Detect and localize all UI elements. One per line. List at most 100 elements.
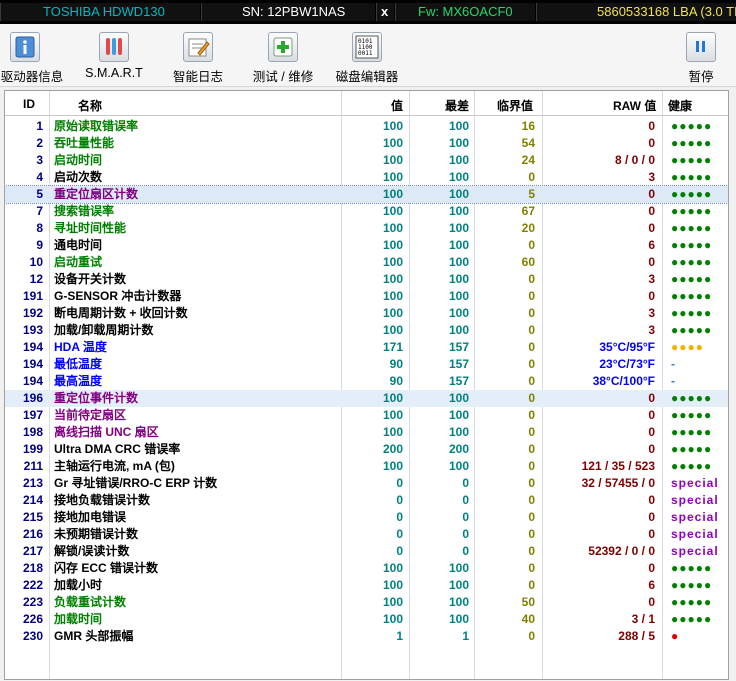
attr-name: 启动次数 bbox=[54, 170, 103, 184]
pause-button[interactable]: 暂停 bbox=[678, 24, 724, 86]
smart-log-button[interactable]: 智能日志 bbox=[166, 24, 230, 86]
attr-name: 加载小时 bbox=[54, 578, 103, 592]
attr-value: 0 bbox=[396, 510, 403, 524]
table-row[interactable]: 222 加载小时 100 100 0 6 ●●●●● bbox=[5, 577, 728, 594]
attr-value: 100 bbox=[382, 425, 403, 439]
col-raw[interactable]: RAW 值 bbox=[613, 97, 656, 114]
close-drive-button[interactable]: x bbox=[376, 3, 394, 21]
table-row[interactable]: 3 启动时间 100 100 24 8 / 0 / 0 ●●●●● bbox=[5, 152, 728, 169]
table-row[interactable]: 194 最低温度 90 157 0 23°C/73°F - bbox=[5, 356, 728, 373]
attr-worst: 100 bbox=[448, 595, 469, 609]
table-row[interactable]: 2 吞吐量性能 100 100 54 0 ●●●●● bbox=[5, 135, 728, 152]
col-health[interactable]: 健康 bbox=[668, 97, 692, 114]
table-row[interactable]: 230 GMR 头部振幅 1 1 0 288 / 5 ● bbox=[5, 628, 728, 645]
smart-table[interactable]: ID 名称 值 最差 临界值 RAW 值 健康 1 原始读取错误率 100 100 16… bbox=[4, 90, 729, 680]
attr-value: 0 bbox=[396, 476, 403, 490]
attr-health: special bbox=[671, 476, 719, 490]
attr-value: 0 bbox=[396, 493, 403, 507]
attr-worst: 100 bbox=[448, 170, 469, 184]
attr-id: 198 bbox=[22, 425, 43, 439]
attr-health: ●●●●● bbox=[671, 425, 713, 439]
col-id[interactable]: ID bbox=[23, 97, 35, 111]
attr-threshold: 0 bbox=[528, 442, 535, 456]
attr-name: 负载重试计数 bbox=[54, 595, 127, 609]
attr-worst: 100 bbox=[448, 204, 469, 218]
table-row[interactable]: 4 启动次数 100 100 0 3 ●●●●● bbox=[5, 169, 728, 186]
attr-threshold: 16 bbox=[521, 119, 535, 133]
table-row[interactable]: 197 当前待定扇区 100 100 0 0 ●●●●● bbox=[5, 407, 728, 424]
table-row[interactable]: 216 未预期错误计数 0 0 0 0 special bbox=[5, 526, 728, 543]
table-row[interactable]: 213 Gr 寻址错误/RRO-C ERP 计数 0 0 0 32 / 57455 / 0… bbox=[5, 475, 728, 492]
table-row[interactable]: 191 G-SENSOR 冲击计数器 100 100 0 0 ●●●●● bbox=[5, 288, 728, 305]
attr-raw: 0 bbox=[648, 510, 655, 524]
attr-name: Gr 寻址错误/RRO-C ERP 计数 bbox=[54, 476, 218, 490]
attr-health: ●●●●● bbox=[671, 612, 713, 626]
col-worst[interactable]: 最差 bbox=[445, 97, 469, 114]
attr-name: Ultra DMA CRC 错误率 bbox=[54, 442, 181, 456]
attr-name: 加载时间 bbox=[54, 612, 103, 626]
drive-info-button[interactable]: 驱动器信息 bbox=[0, 24, 64, 86]
table-row[interactable]: 12 设备开关计数 100 100 0 3 ●●●●● bbox=[5, 271, 728, 288]
attr-worst: 200 bbox=[448, 442, 469, 456]
table-row[interactable]: 226 加载时间 100 100 40 3 / 1 ●●●●● bbox=[5, 611, 728, 628]
col-value[interactable]: 值 bbox=[391, 97, 403, 114]
table-row[interactable]: 10 启动重试 100 100 60 0 ●●●●● bbox=[5, 254, 728, 271]
test-repair-button[interactable]: 测试 / 维修 bbox=[248, 24, 318, 86]
attr-value: 100 bbox=[382, 561, 403, 575]
attr-value: 100 bbox=[382, 255, 403, 269]
table-row[interactable]: 211 主轴运行电流, mA (包) 100 100 0 121 / 35 / 523 ●●… bbox=[5, 458, 728, 475]
attr-id: 194 bbox=[22, 340, 43, 354]
svg-text:0011: 0011 bbox=[358, 50, 373, 57]
smart-button[interactable]: S.M.A.R.T bbox=[82, 24, 146, 86]
attr-id: 222 bbox=[22, 578, 43, 592]
attr-raw: 0 bbox=[648, 119, 655, 133]
attr-id: 211 bbox=[23, 459, 43, 473]
col-name[interactable]: 名称 bbox=[78, 97, 102, 114]
attr-worst: 100 bbox=[448, 323, 469, 337]
attr-worst: 100 bbox=[448, 425, 469, 439]
table-row[interactable]: 198 离线扫描 UNC 扇区 100 100 0 0 ●●●●● bbox=[5, 424, 728, 441]
drive-model[interactable]: TOSHIBA HDWD130 bbox=[0, 3, 200, 21]
attr-name: 最高温度 bbox=[54, 374, 103, 388]
attr-id: 197 bbox=[22, 408, 43, 422]
attr-raw: 288 / 5 bbox=[618, 629, 655, 643]
table-row[interactable]: 192 断电周期计数 + 收回计数 100 100 0 3 ●●●●● bbox=[5, 305, 728, 322]
attr-raw: 0 bbox=[648, 425, 655, 439]
table-row[interactable]: 8 寻址时间性能 100 100 20 0 ●●●●● bbox=[5, 220, 728, 237]
table-row[interactable]: 7 搜索错误率 100 100 67 0 ●●●●● bbox=[5, 203, 728, 220]
attr-worst: 0 bbox=[462, 544, 469, 558]
attr-threshold: 0 bbox=[528, 544, 535, 558]
table-row[interactable]: 214 接地负载错误计数 0 0 0 0 special bbox=[5, 492, 728, 509]
table-row[interactable]: 5 重定位扇区计数 100 100 5 0 ●●●●● bbox=[5, 185, 728, 204]
attr-name: 断电周期计数 + 收回计数 bbox=[54, 306, 188, 320]
attr-value: 100 bbox=[382, 204, 403, 218]
attr-name: 接地加电错误 bbox=[54, 510, 127, 524]
attr-value: 100 bbox=[382, 187, 403, 201]
table-row[interactable]: 215 接地加电错误 0 0 0 0 special bbox=[5, 509, 728, 526]
attr-threshold: 5 bbox=[528, 187, 535, 201]
attr-worst: 100 bbox=[448, 408, 469, 422]
table-row[interactable]: 193 加载/卸载周期计数 100 100 0 3 ●●●●● bbox=[5, 322, 728, 339]
table-row[interactable]: 217 解锁/误读计数 0 0 0 52392 / 0 / 0 special bbox=[5, 543, 728, 560]
attr-threshold: 0 bbox=[528, 272, 535, 286]
table-row[interactable]: 1 原始读取错误率 100 100 16 0 ●●●●● bbox=[5, 118, 728, 135]
attr-name: 重定位扇区计数 bbox=[54, 187, 139, 201]
table-row[interactable]: 199 Ultra DMA CRC 错误率 200 200 0 0 ●●●●● bbox=[5, 441, 728, 458]
table-row[interactable]: 218 闪存 ECC 错误计数 100 100 0 0 ●●●●● bbox=[5, 560, 728, 577]
drive-info-label: 驱动器信息 bbox=[0, 70, 64, 84]
attr-name: 通电时间 bbox=[54, 238, 103, 252]
attr-health: ●●●●● bbox=[671, 153, 713, 167]
table-row[interactable]: 9 通电时间 100 100 0 6 ●●●●● bbox=[5, 237, 728, 254]
table-row[interactable]: 194 最高温度 90 157 0 38°C/100°F - bbox=[5, 373, 728, 390]
table-row[interactable]: 223 负载重试计数 100 100 50 0 ●●●●● bbox=[5, 594, 728, 611]
attr-threshold: 0 bbox=[528, 391, 535, 405]
hex-editor-button[interactable]: 0101 1100 0011 磁盘编辑器 bbox=[330, 24, 404, 86]
table-row[interactable]: 196 重定位事件计数 100 100 0 0 ●●●●● bbox=[5, 390, 728, 407]
attr-name: 重定位事件计数 bbox=[54, 391, 139, 405]
attr-threshold: 54 bbox=[521, 136, 535, 150]
col-threshold[interactable]: 临界值 bbox=[497, 97, 533, 114]
table-row[interactable]: 194 HDA 温度 171 157 0 35°C/95°F ●●●● bbox=[5, 339, 728, 356]
attr-name: 搜索错误率 bbox=[54, 204, 115, 218]
attr-threshold: 0 bbox=[528, 561, 535, 575]
attr-value: 100 bbox=[382, 595, 403, 609]
